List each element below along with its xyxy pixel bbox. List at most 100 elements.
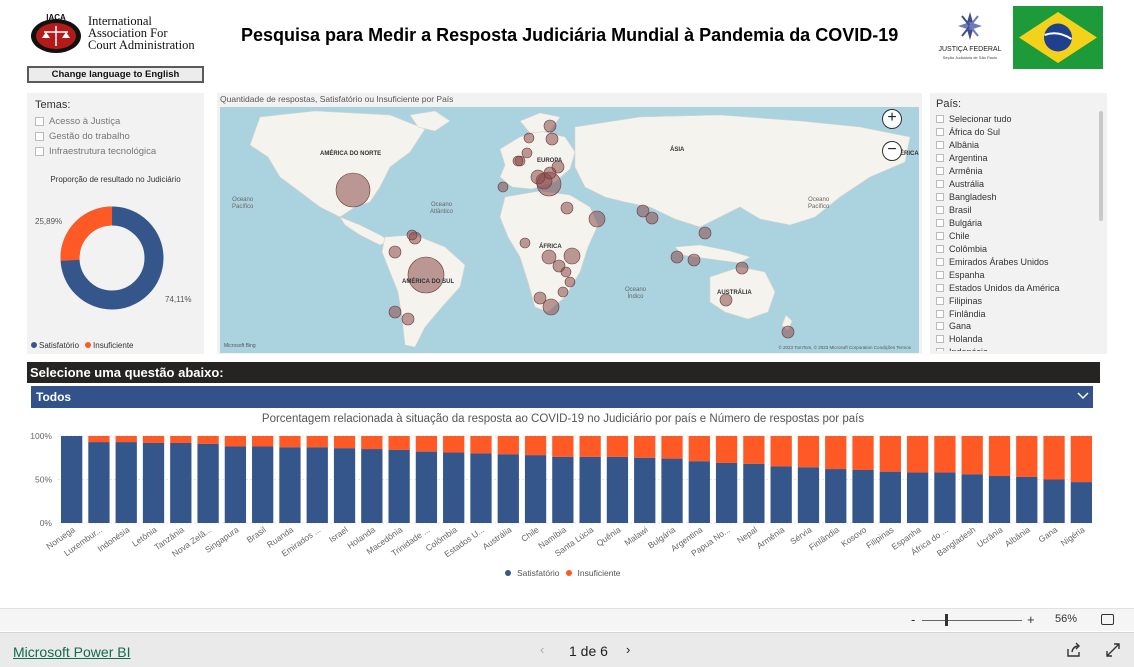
bar-insuficiente[interactable] <box>88 436 110 443</box>
bar-insuficiente[interactable] <box>906 436 929 473</box>
bar-satisfatorio[interactable] <box>306 447 328 523</box>
bar-satisfatorio[interactable] <box>142 442 165 523</box>
map-bubble[interactable] <box>530 169 546 185</box>
pais-select-all[interactable]: Selecionar tudo <box>936 113 1096 126</box>
bar-satisfatorio[interactable] <box>61 436 83 523</box>
map-bubble[interactable] <box>519 237 531 249</box>
tema-gestao-trabalho[interactable]: Gestão do trabalho <box>35 131 130 142</box>
bar-insuficiente[interactable] <box>306 436 328 448</box>
bar-insuficiente[interactable] <box>415 436 438 452</box>
bar-satisfatorio[interactable] <box>170 442 192 523</box>
bar-satisfatorio[interactable] <box>961 474 983 523</box>
bar-insuficiente[interactable] <box>934 436 956 473</box>
map-bubble[interactable] <box>335 172 371 208</box>
bar-satisfatorio[interactable] <box>497 454 519 523</box>
tema-acesso-justica[interactable]: Acesso à Justiça <box>35 116 120 127</box>
bar-satisfatorio[interactable] <box>279 447 301 523</box>
checkbox[interactable] <box>936 296 944 305</box>
bar-insuficiente[interactable] <box>825 436 847 470</box>
bar-insuficiente[interactable] <box>197 436 219 444</box>
map-bubble[interactable] <box>497 181 509 193</box>
bar-satisfatorio[interactable] <box>579 456 601 523</box>
bar-satisfatorio[interactable] <box>770 466 792 523</box>
map-bubble[interactable] <box>523 132 535 144</box>
bar-insuficiente[interactable] <box>797 436 820 468</box>
bar-insuficiente[interactable] <box>279 436 301 448</box>
bar-insuficiente[interactable] <box>634 436 656 458</box>
pais-item[interactable]: Bangladesh <box>936 191 1096 204</box>
map-bubble[interactable] <box>735 261 749 275</box>
bar-satisfatorio[interactable] <box>333 448 356 523</box>
checkbox[interactable] <box>936 244 944 253</box>
bar-insuficiente[interactable] <box>388 436 410 450</box>
bar-satisfatorio[interactable] <box>361 449 383 523</box>
pais-item[interactable]: Espanha <box>936 268 1096 281</box>
map-zoom-out-button[interactable]: − <box>882 141 902 161</box>
checkbox[interactable] <box>936 218 944 227</box>
checkbox[interactable] <box>936 206 944 215</box>
bar-satisfatorio[interactable] <box>825 469 847 523</box>
bar-insuficiente[interactable] <box>1070 436 1092 483</box>
bar-insuficiente[interactable] <box>879 436 901 472</box>
map-bubble[interactable] <box>687 253 701 267</box>
bar-insuficiente[interactable] <box>361 436 383 450</box>
pais-scrollbar[interactable] <box>1099 111 1103 221</box>
bar-insuficiente[interactable] <box>715 436 738 463</box>
checkbox[interactable] <box>35 147 44 156</box>
bar-satisfatorio[interactable] <box>688 461 710 523</box>
checkbox[interactable] <box>936 309 944 318</box>
bar-insuficiente[interactable] <box>170 436 192 443</box>
checkbox[interactable] <box>35 132 44 141</box>
map-bubble[interactable] <box>557 286 569 298</box>
checkbox[interactable] <box>936 283 944 292</box>
map-bubble[interactable] <box>560 201 574 215</box>
bar-insuficiente[interactable] <box>252 436 274 447</box>
pais-item[interactable]: Colômbia <box>936 242 1096 255</box>
powerbi-link[interactable]: Microsoft Power BI <box>13 644 130 660</box>
bar-satisfatorio[interactable] <box>906 472 929 523</box>
bar-insuficiente[interactable] <box>552 436 574 457</box>
fit-to-page-icon[interactable] <box>1101 614 1114 625</box>
zoom-in-button[interactable]: + <box>1027 612 1035 627</box>
map-bubble[interactable] <box>388 245 402 259</box>
share-icon[interactable] <box>1066 642 1082 658</box>
question-dropdown[interactable]: Todos <box>31 386 1093 408</box>
pais-item[interactable]: Finlândia <box>936 307 1096 320</box>
bar-satisfatorio[interactable] <box>715 462 738 523</box>
map-bubble[interactable] <box>645 211 659 225</box>
map-bubble[interactable] <box>521 147 533 159</box>
pais-item[interactable]: Argentina <box>936 152 1096 165</box>
pais-item[interactable]: Brasil <box>936 204 1096 217</box>
bar-satisfatorio[interactable] <box>1070 482 1092 523</box>
bar-insuficiente[interactable] <box>333 436 356 449</box>
checkbox[interactable] <box>936 335 944 344</box>
pais-item[interactable]: Filipinas <box>936 294 1096 307</box>
prev-page-button[interactable]: ‹ <box>540 642 544 657</box>
bar-satisfatorio[interactable] <box>879 471 901 523</box>
bar-insuficiente[interactable] <box>1043 436 1065 480</box>
pais-item[interactable]: Estados Unidos da América <box>936 281 1096 294</box>
fullscreen-icon[interactable] <box>1105 642 1121 658</box>
bar-satisfatorio[interactable] <box>415 451 438 523</box>
bar-satisfatorio[interactable] <box>852 469 874 523</box>
bar-satisfatorio[interactable] <box>934 472 956 523</box>
bar-satisfatorio[interactable] <box>1016 476 1038 523</box>
bar-satisfatorio[interactable] <box>743 463 765 523</box>
bar-satisfatorio[interactable] <box>252 446 274 523</box>
pais-item[interactable]: Emirados Árabes Unidos <box>936 255 1096 268</box>
checkbox[interactable] <box>936 128 944 137</box>
bar-insuficiente[interactable] <box>852 436 874 470</box>
world-map[interactable]: AMÉRICA DO NORTE EUROPA ÁSIA ÁFRICA AMÉR… <box>220 107 919 353</box>
tema-infraestrutura[interactable]: Infraestrutura tecnológica <box>35 146 156 157</box>
bar-satisfatorio[interactable] <box>524 455 547 523</box>
map-bubble[interactable] <box>541 249 557 265</box>
map-bubble[interactable] <box>588 210 606 228</box>
bar-satisfatorio[interactable] <box>197 443 219 523</box>
bar-insuficiente[interactable] <box>961 436 983 475</box>
change-language-button[interactable]: Change language to English <box>27 66 204 83</box>
bar-satisfatorio[interactable] <box>661 458 683 523</box>
bar-satisfatorio[interactable] <box>988 476 1011 523</box>
pais-item[interactable]: Armênia <box>936 165 1096 178</box>
checkbox[interactable] <box>936 270 944 279</box>
pais-item[interactable]: África do Sul <box>936 126 1096 139</box>
